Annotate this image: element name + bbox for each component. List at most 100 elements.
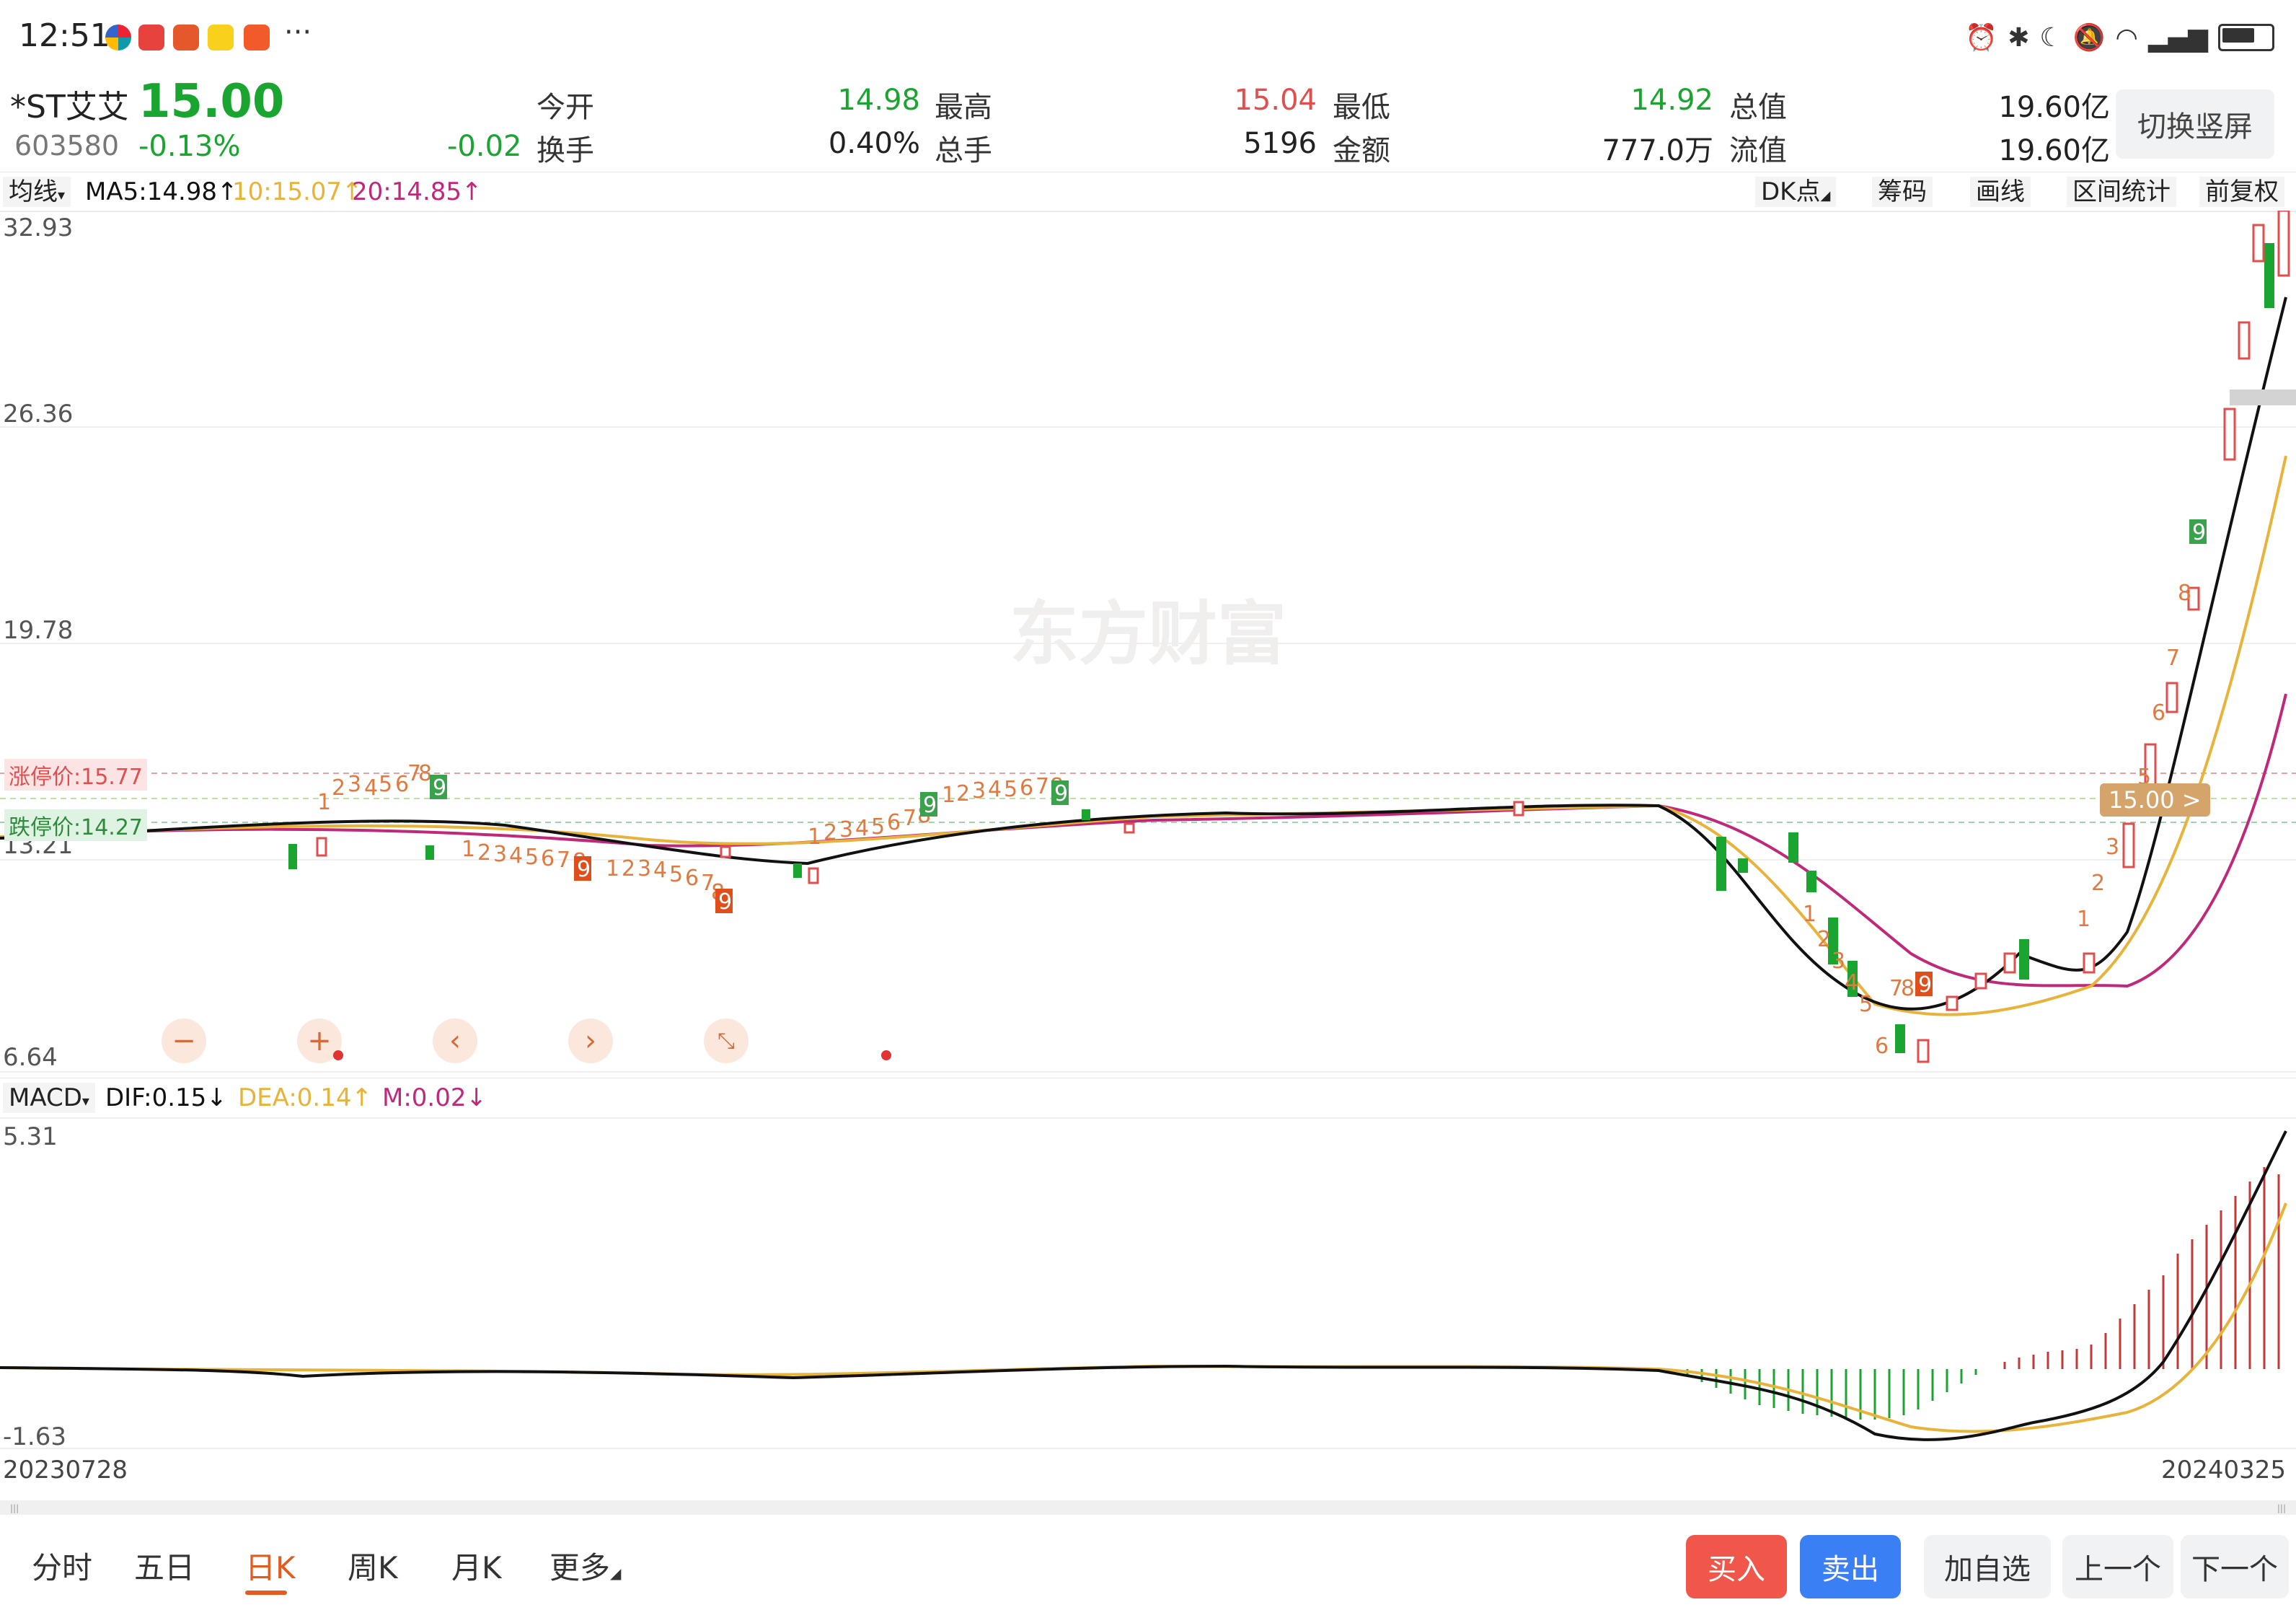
svg-text:2: 2 (332, 775, 345, 801)
tab-monthly-k[interactable]: 月K (451, 1544, 502, 1588)
quote-header: *ST艾艾 603580 15.00 -0.13% -0.02 今开 14.98… (0, 75, 2296, 170)
draw-line-button[interactable]: 画线 (1970, 177, 2031, 207)
meituan-icon (208, 25, 234, 50)
svg-text:1: 1 (2077, 907, 2090, 932)
ma20-readout: 20:14.85↑ (352, 177, 482, 206)
indicator-select[interactable]: MACD▾ (3, 1083, 95, 1113)
status-bar: 12:51 ··· ⏰ ✱ ☾ 🔕 ◠ ▂▄▆ (0, 0, 2296, 75)
scroll-right-button[interactable]: › (568, 1019, 613, 1063)
svg-text:1: 1 (317, 790, 331, 815)
kline-canvas: 东方财富 12 3 4 5 678 1 2 3 4 5 6 7 1 2 3 4 … (0, 211, 2296, 1073)
svg-text:2: 2 (824, 820, 837, 845)
moon-icon: ☾ (2039, 22, 2063, 53)
line-type-select[interactable]: 均线▾ (3, 177, 71, 207)
svg-text:1: 1 (1803, 902, 1816, 927)
scrollbar-handle-right[interactable]: ||| (2277, 1503, 2286, 1513)
app-notification-icon (173, 25, 199, 50)
indicator-dot (333, 1050, 343, 1060)
app-notification-icon (105, 25, 131, 50)
dropdown-icon: ▾ (81, 1092, 89, 1109)
float-value: 19.60亿 (1998, 134, 2110, 167)
dea-readout: DEA:0.14↑ (238, 1083, 372, 1112)
svg-text:3: 3 (839, 817, 853, 843)
next-stock-button[interactable]: 下一个 (2181, 1535, 2289, 1598)
macd-chart[interactable]: 5.31 -1.63 (0, 1117, 2296, 1451)
macd-y-bottom: -1.63 (3, 1422, 66, 1451)
svg-text:5: 5 (871, 814, 885, 840)
current-price-tag[interactable]: 15.00 > (2100, 783, 2210, 817)
low-label: 最低 (1333, 91, 1390, 124)
svg-text:9: 9 (577, 857, 591, 882)
plus-icon: + (307, 1024, 332, 1057)
svg-text:4: 4 (1845, 970, 1858, 995)
more-notifications-icon: ··· (284, 16, 312, 49)
chips-button[interactable]: 筹码 (1872, 177, 1933, 207)
svg-text:3: 3 (2106, 835, 2119, 860)
float-value-label: 流值 (1729, 134, 1787, 167)
svg-text:6: 6 (541, 846, 555, 871)
sell-button[interactable]: 卖出 (1800, 1535, 1901, 1598)
x-end-date: 20240325 (2160, 1456, 2286, 1484)
volume-value: 5196 (1243, 127, 1317, 160)
dif-readout: DIF:0.15↓ (105, 1083, 227, 1112)
y-tick: 19.78 (3, 616, 74, 645)
tab-more[interactable]: 更多◢ (549, 1544, 621, 1588)
svg-text:9: 9 (718, 889, 732, 915)
switch-portrait-button[interactable]: 切换竖屏 (2116, 89, 2274, 159)
svg-text:6: 6 (887, 810, 901, 835)
tab-five-day[interactable]: 五日 (134, 1544, 195, 1588)
tab-intraday[interactable]: 分时 (32, 1544, 92, 1588)
bluetooth-icon: ✱ (2008, 22, 2030, 53)
chart-scrollbar[interactable]: ||| ||| (0, 1500, 2296, 1515)
add-watchlist-button[interactable]: 加自选 (1924, 1535, 2051, 1598)
chart-toolbar: 均线▾ MA5:14.98↑ 10:15.07↑ 20:14.85↑ DK点◢ … (0, 172, 2296, 212)
collapse-icon: ⤡ (718, 1028, 735, 1054)
buy-button[interactable]: 买入 (1686, 1535, 1787, 1598)
watermark-text: 东方财富 (1010, 594, 1286, 674)
scroll-left-button[interactable]: ‹ (433, 1019, 477, 1063)
svg-text:5: 5 (669, 862, 683, 887)
svg-text:4: 4 (855, 816, 869, 841)
svg-text:4: 4 (509, 843, 523, 868)
svg-text:1: 1 (462, 837, 475, 862)
kline-chart[interactable]: 东方财富 1 2 3 4 5 6 7 8 1 2 3 4 5 6 7 1 2 3… (0, 211, 2296, 1076)
low-value: 14.92 (1630, 84, 1713, 117)
reset-zoom-button[interactable]: ⤡ (704, 1019, 749, 1063)
clock: 12:51 (19, 17, 110, 54)
signal-icon: ▂▄▆ (2147, 22, 2208, 53)
svg-text:5: 5 (1859, 992, 1873, 1017)
svg-text:9: 9 (2192, 520, 2206, 545)
previous-stock-button[interactable]: 上一个 (2062, 1535, 2173, 1598)
chevron-left-icon: ‹ (449, 1024, 461, 1057)
svg-text:2: 2 (956, 781, 970, 806)
change-percent: -0.13% (138, 130, 241, 163)
range-stats-button[interactable]: 区间统计 (2067, 177, 2176, 207)
svg-text:1: 1 (808, 824, 821, 850)
volume-label: 总手 (935, 134, 992, 167)
total-value: 19.60亿 (1998, 91, 2110, 124)
turnover-value: 0.40% (828, 127, 920, 160)
dropdown-corner-icon: ◢ (610, 1565, 622, 1582)
adjust-button[interactable]: 前复权 (2199, 177, 2284, 207)
dropdown-corner-icon: ◢ (1820, 188, 1831, 203)
dk-point-button[interactable]: DK点◢ (1755, 177, 1837, 207)
zoom-out-button[interactable]: − (162, 1019, 206, 1063)
change-amount: -0.02 (447, 130, 522, 163)
amount-value: 777.0万 (1602, 134, 1713, 167)
svg-text:3: 3 (972, 778, 986, 804)
svg-text:6: 6 (1020, 775, 1033, 801)
active-tab-underline (245, 1591, 287, 1595)
tab-weekly-k[interactable]: 周K (348, 1544, 398, 1588)
svg-text:6: 6 (685, 866, 699, 891)
svg-text:4: 4 (364, 775, 378, 801)
svg-text:2: 2 (1817, 927, 1831, 952)
m-readout: M:0.02↓ (382, 1083, 487, 1112)
macd-header: MACD▾ DIF:0.15↓ DEA:0.14↑ M:0.02↓ (0, 1078, 2296, 1118)
scrollbar-handle-left[interactable]: ||| (10, 1503, 19, 1513)
tab-daily-k[interactable]: 日K (245, 1544, 296, 1595)
macd-y-top: 5.31 (3, 1122, 58, 1151)
svg-text:3: 3 (493, 842, 507, 867)
dropdown-icon: ▾ (58, 186, 66, 203)
app-notification-icon (244, 25, 270, 50)
svg-text:8: 8 (1901, 976, 1915, 1001)
